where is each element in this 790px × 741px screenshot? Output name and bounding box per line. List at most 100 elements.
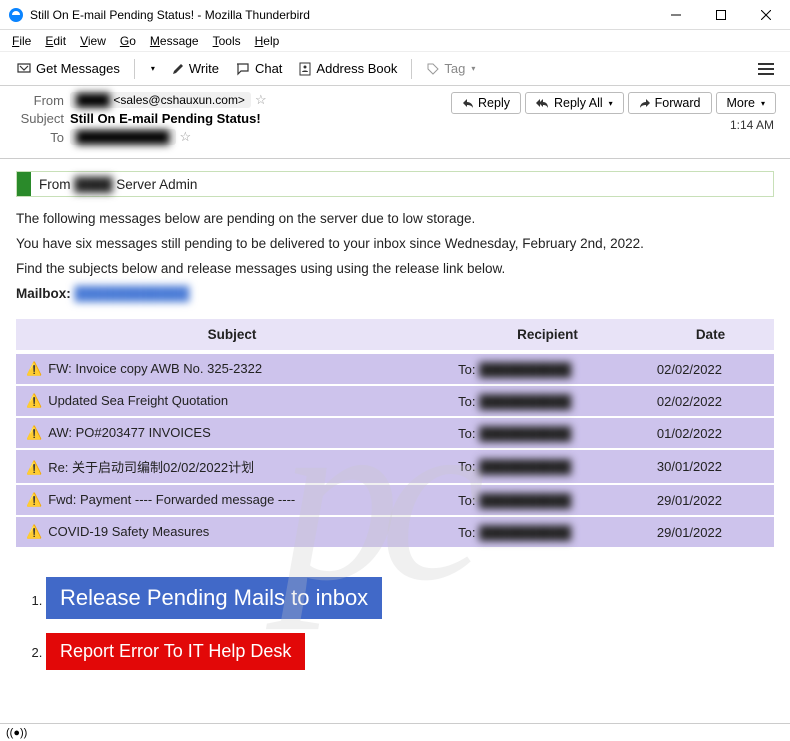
reply-all-icon — [536, 98, 550, 108]
cell-date: 01/02/2022 — [647, 418, 774, 448]
cell-recipient: To: ██████████ — [448, 485, 647, 515]
body-paragraph: Find the subjects below and release mess… — [16, 261, 774, 276]
warning-icon: ⚠️ — [26, 393, 42, 408]
address-book-button[interactable]: Address Book — [292, 57, 403, 80]
tag-label: Tag — [444, 61, 465, 76]
reply-all-label: Reply All — [554, 96, 603, 110]
release-mails-button[interactable]: Release Pending Mails to inbox — [46, 577, 382, 619]
report-error-button[interactable]: Report Error To IT Help Desk — [46, 633, 305, 670]
table-row: ⚠️Re: 关于启动司编制02/02/2022计划To: ██████████3… — [16, 450, 774, 483]
header-actions: Reply Reply All ▾ Forward More ▾ — [451, 92, 776, 114]
chevron-down-icon: ▾ — [761, 99, 765, 108]
get-messages-dropdown[interactable]: ▾ — [143, 60, 161, 77]
cell-recipient: To: ██████████ — [448, 354, 647, 384]
menu-file[interactable]: File — [6, 32, 37, 50]
reply-icon — [462, 98, 474, 108]
cell-subject: ⚠️AW: PO#203477 INVOICES — [16, 418, 448, 448]
get-messages-button[interactable]: Get Messages — [10, 57, 126, 80]
more-label: More — [727, 96, 755, 110]
write-label: Write — [189, 61, 219, 76]
cell-recipient: To: ██████████ — [448, 517, 647, 547]
cell-date: 02/02/2022 — [647, 386, 774, 416]
forward-button[interactable]: Forward — [628, 92, 712, 114]
menu-message[interactable]: Message — [144, 32, 205, 50]
body-paragraph: The following messages below are pending… — [16, 211, 774, 226]
from-label: From — [14, 93, 64, 108]
banner-suffix: Server Admin — [116, 177, 197, 192]
cell-recipient: To: ██████████ — [448, 386, 647, 416]
close-button[interactable] — [743, 0, 788, 30]
chevron-down-icon: ▾ — [151, 64, 155, 73]
chat-button[interactable]: Chat — [229, 57, 288, 80]
app-icon — [8, 7, 24, 23]
download-icon — [16, 62, 32, 76]
action-list: Release Pending Mails to inbox Report Er… — [16, 577, 774, 670]
chevron-down-icon: ▾ — [609, 99, 613, 108]
menu-go[interactable]: Go — [114, 32, 142, 50]
from-email: <sales@cshauxun.com> — [113, 93, 245, 107]
table-row: ⚠️Updated Sea Freight QuotationTo: █████… — [16, 386, 774, 416]
subject-value: Still On E-mail Pending Status! — [70, 111, 261, 126]
reply-label: Reply — [478, 96, 510, 110]
cell-date: 29/01/2022 — [647, 485, 774, 515]
more-button[interactable]: More ▾ — [716, 92, 777, 114]
to-label: To — [14, 130, 64, 145]
address-book-icon — [298, 62, 312, 76]
message-time: 1:14 AM — [451, 118, 774, 132]
cell-subject: ⚠️COVID-19 Safety Measures — [16, 517, 448, 547]
reply-all-button[interactable]: Reply All ▾ — [525, 92, 624, 114]
from-value[interactable]: ████ <sales@cshauxun.com> — [70, 92, 251, 108]
cell-subject: ⚠️FW: Invoice copy AWB No. 325-2322 — [16, 354, 448, 384]
mailbox-label: Mailbox: — [16, 286, 71, 301]
menu-help[interactable]: Help — [249, 32, 286, 50]
forward-label: Forward — [655, 96, 701, 110]
menu-tools[interactable]: Tools — [207, 32, 247, 50]
tag-icon — [426, 62, 440, 76]
get-messages-label: Get Messages — [36, 61, 120, 76]
pencil-icon — [171, 62, 185, 76]
col-subject: Subject — [16, 319, 448, 352]
maximize-button[interactable] — [698, 0, 743, 30]
to-redacted: ███████████ — [76, 130, 170, 144]
cell-recipient: To: ██████████ — [448, 450, 647, 483]
reply-button[interactable]: Reply — [451, 92, 521, 114]
banner-from-label: From — [39, 177, 71, 192]
to-value[interactable]: ███████████ — [70, 129, 176, 145]
chat-icon — [235, 62, 251, 76]
app-menu-button[interactable] — [752, 57, 780, 81]
window-title-bar: Still On E-mail Pending Status! - Mozill… — [0, 0, 790, 30]
activity-icon[interactable]: ((●)) — [6, 727, 27, 739]
sender-banner: From ████ Server Admin — [16, 171, 774, 197]
table-row: ⚠️COVID-19 Safety MeasuresTo: ██████████… — [16, 517, 774, 547]
warning-icon: ⚠️ — [26, 524, 42, 539]
chat-label: Chat — [255, 61, 282, 76]
forward-icon — [639, 98, 651, 108]
chevron-down-icon: ▾ — [471, 64, 475, 73]
message-body: pc From ████ Server Admin The following … — [0, 159, 790, 729]
list-item: Report Error To IT Help Desk — [46, 633, 774, 670]
subject-label: Subject — [14, 111, 64, 126]
cell-date: 30/01/2022 — [647, 450, 774, 483]
table-header-row: Subject Recipient Date — [16, 319, 774, 352]
status-bar: ((●)) — [0, 723, 790, 741]
col-recipient: Recipient — [448, 319, 647, 352]
col-date: Date — [647, 319, 774, 352]
star-icon[interactable]: ☆ — [180, 129, 192, 145]
star-icon[interactable]: ☆ — [255, 92, 267, 108]
green-marker — [17, 172, 31, 196]
warning-icon: ⚠️ — [26, 361, 42, 376]
write-button[interactable]: Write — [165, 57, 225, 80]
menu-view[interactable]: View — [74, 32, 112, 50]
cell-subject: ⚠️Fwd: Payment ---- Forwarded message --… — [16, 485, 448, 515]
separator — [411, 59, 412, 79]
table-row: ⚠️Fwd: Payment ---- Forwarded message --… — [16, 485, 774, 515]
minimize-button[interactable] — [653, 0, 698, 30]
cell-subject: ⚠️Re: 关于启动司编制02/02/2022计划 — [16, 450, 448, 483]
separator — [134, 59, 135, 79]
menu-edit[interactable]: Edit — [39, 32, 72, 50]
warning-icon: ⚠️ — [26, 492, 42, 507]
mailbox-line: Mailbox: ████████████ — [16, 286, 774, 301]
table-row: ⚠️FW: Invoice copy AWB No. 325-2322To: █… — [16, 354, 774, 384]
tag-button[interactable]: Tag ▾ — [420, 57, 481, 80]
banner-redacted: ████ — [74, 177, 112, 192]
